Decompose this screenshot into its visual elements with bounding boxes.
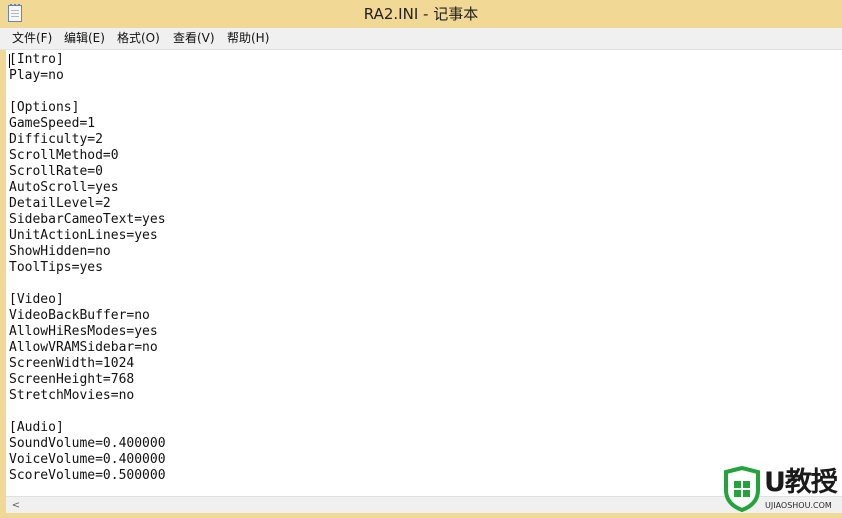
- watermark-url: UJIAOSHOU.COM: [765, 501, 832, 510]
- horizontal-scrollbar[interactable]: <: [6, 496, 842, 514]
- menu-format[interactable]: 格式(O): [111, 28, 166, 49]
- window-title: RA2.INI - 记事本: [363, 5, 479, 23]
- menu-help[interactable]: 帮助(H): [221, 28, 275, 49]
- text-cursor: [9, 54, 10, 68]
- window-bottom-border: [0, 513, 842, 518]
- shield-logo-icon: [724, 466, 760, 512]
- editor-content[interactable]: [Intro] Play=no [Options] GameSpeed=1 Di…: [6, 50, 842, 484]
- text-editor[interactable]: [Intro] Play=no [Options] GameSpeed=1 Di…: [6, 50, 842, 496]
- menu-edit[interactable]: 编辑(E): [58, 28, 111, 49]
- menu-bar: 文件(F) 编辑(E) 格式(O) 查看(V) 帮助(H): [0, 28, 842, 50]
- title-bar[interactable]: RA2.INI - 记事本: [0, 0, 842, 28]
- menu-file[interactable]: 文件(F): [6, 28, 58, 49]
- chevron-left-icon[interactable]: <: [9, 498, 23, 513]
- menu-view[interactable]: 查看(V): [167, 28, 221, 49]
- site-watermark: U教授 UJIAOSHOU.COM: [720, 466, 838, 516]
- notepad-window: RA2.INI - 记事本 文件(F) 编辑(E) 格式(O) 查看(V) 帮助…: [0, 0, 842, 518]
- watermark-brand: U教授: [764, 467, 838, 498]
